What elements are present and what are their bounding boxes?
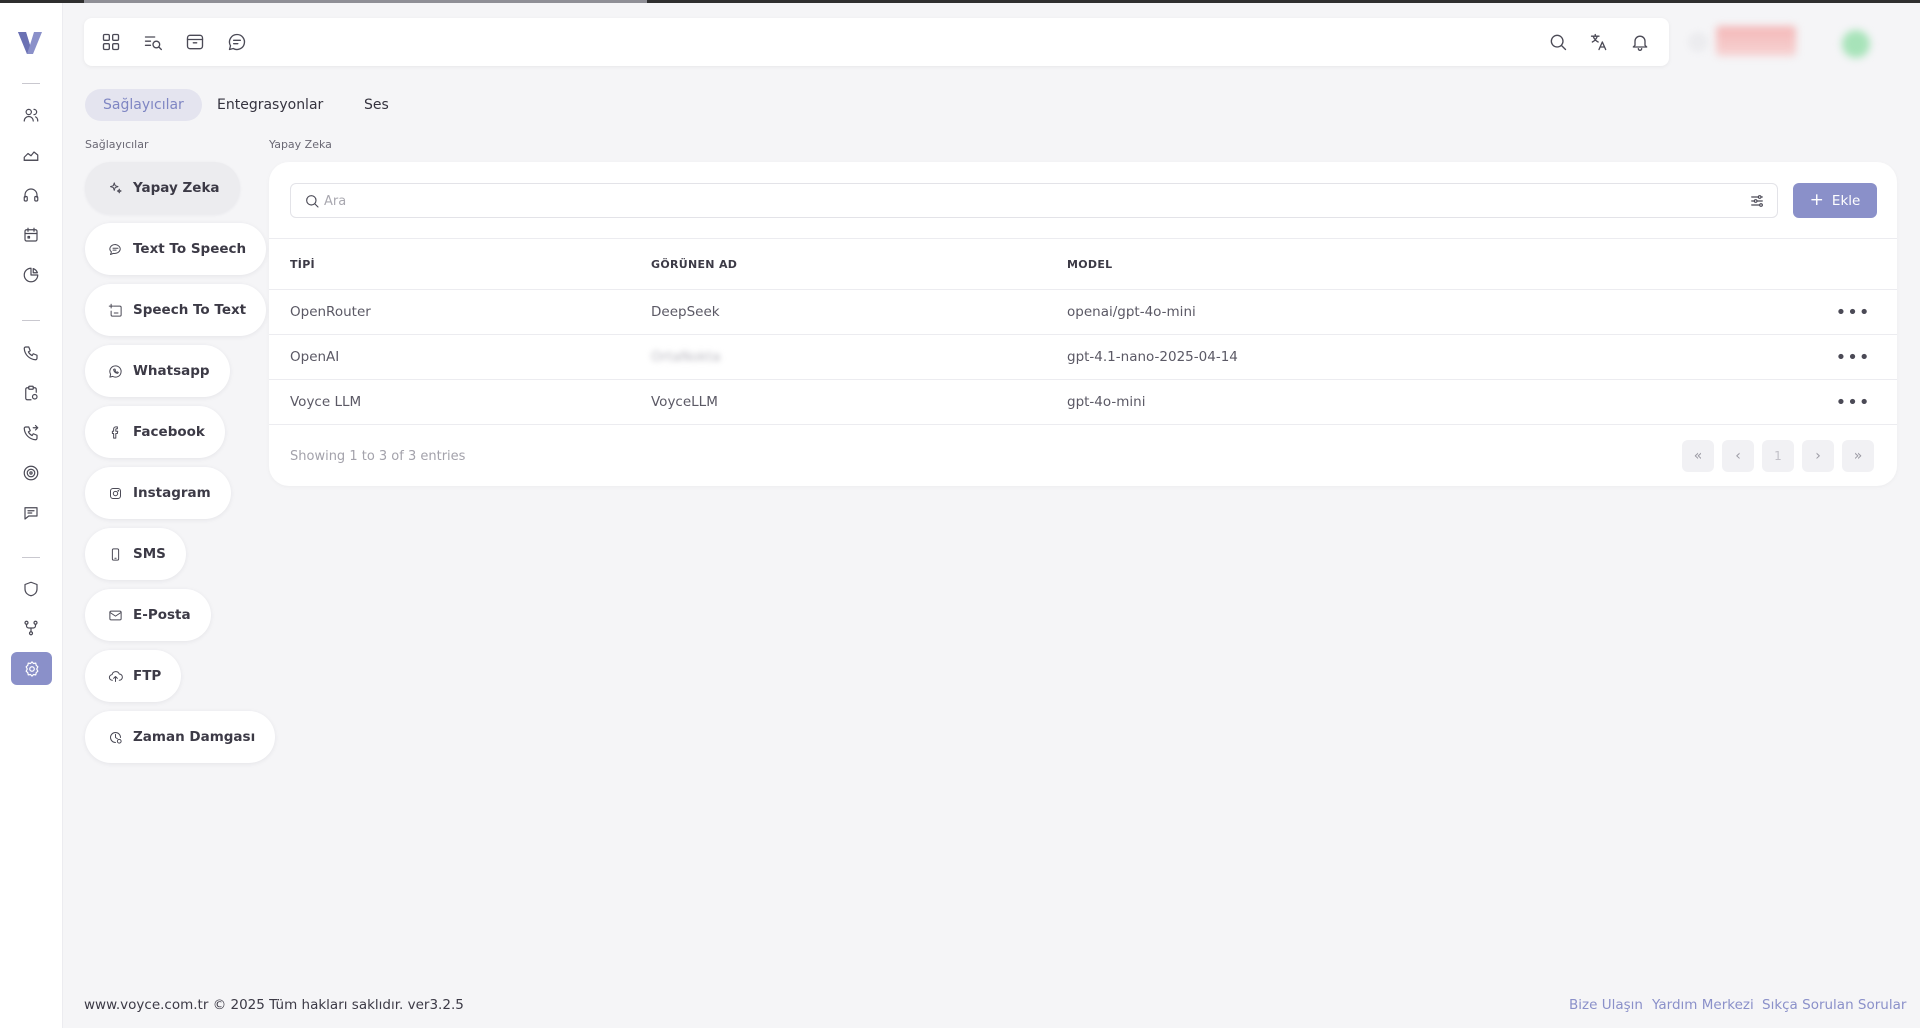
shield-icon[interactable] bbox=[20, 578, 42, 600]
user-menu-area[interactable] bbox=[1672, 22, 1872, 62]
users-icon[interactable] bbox=[20, 104, 42, 126]
footer-link-contact[interactable]: Bize Ulaşın bbox=[1569, 997, 1643, 1013]
providers-table-card: +Ekle TİPİ GÖRÜNEN AD MODEL OpenRouter D… bbox=[269, 162, 1897, 486]
table-row[interactable]: Voyce LLM VoyceLLM gpt-4o-mini ••• bbox=[269, 380, 1897, 425]
footer-copyright: www.voyce.com.tr © 2025 Tüm hakları sakl… bbox=[84, 997, 464, 1013]
sidebar-divider bbox=[22, 320, 40, 321]
settings-icon[interactable] bbox=[11, 652, 52, 685]
provider-item-speech-to-text[interactable]: Speech To Text bbox=[85, 284, 267, 336]
cell-model: openai/gpt-4o-mini bbox=[1067, 304, 1196, 320]
provider-item-ai[interactable]: Yapay Zeka bbox=[85, 162, 240, 214]
search-list-icon[interactable] bbox=[141, 30, 165, 54]
cell-display-name: VoyceLLM bbox=[651, 394, 718, 410]
cell-model: gpt-4o-mini bbox=[1067, 394, 1146, 410]
avatar[interactable] bbox=[1842, 30, 1870, 58]
chart-area-icon[interactable] bbox=[20, 144, 42, 166]
provider-item-email[interactable]: E-Posta bbox=[85, 589, 211, 641]
row-actions-icon[interactable]: ••• bbox=[1836, 302, 1870, 323]
add-button[interactable]: + Ekle bbox=[1793, 183, 1877, 218]
cell-model: gpt-4.1-nano-2025-04-14 bbox=[1067, 349, 1238, 365]
speech-bubble-icon bbox=[107, 241, 123, 257]
phone-icon[interactable] bbox=[20, 342, 42, 364]
calendar-icon[interactable] bbox=[20, 224, 42, 246]
clipboard-icon[interactable] bbox=[20, 382, 42, 404]
cell-display-name: OrtaNokta bbox=[651, 349, 721, 365]
cell-display-name: DeepSeek bbox=[651, 304, 720, 320]
loading-progress bbox=[84, 0, 647, 3]
bell-icon[interactable] bbox=[1628, 30, 1652, 54]
time-stamp-icon bbox=[107, 729, 123, 745]
blurred-status-icon bbox=[1688, 32, 1708, 52]
git-branch-icon[interactable] bbox=[20, 617, 42, 639]
provider-item-whatsapp[interactable]: Whatsapp bbox=[85, 345, 230, 397]
sidebar-divider bbox=[22, 83, 40, 84]
sparkle-icon bbox=[107, 180, 123, 196]
facebook-icon bbox=[107, 424, 123, 440]
provider-item-time-stamp[interactable]: Zaman Damgası bbox=[85, 711, 276, 763]
first-page-button[interactable]: « bbox=[1682, 440, 1714, 472]
cell-type: Voyce LLM bbox=[290, 394, 362, 410]
archive-icon[interactable] bbox=[183, 30, 207, 54]
whatsapp-icon bbox=[107, 363, 123, 379]
plus-icon: + bbox=[1809, 190, 1824, 210]
search-box bbox=[290, 183, 1778, 218]
tab-integrations[interactable]: Entegrasyonlar bbox=[199, 89, 341, 121]
provider-item-text-to-speech[interactable]: Text To Speech bbox=[85, 223, 267, 275]
providers-section-label: Sağlayıcılar bbox=[85, 138, 149, 151]
table-header: TİPİ GÖRÜNEN AD MODEL bbox=[269, 238, 1897, 290]
search-icon bbox=[304, 193, 320, 209]
provider-item-sms[interactable]: SMS bbox=[85, 528, 186, 580]
content-section-label: Yapay Zeka bbox=[269, 138, 332, 151]
prev-page-button[interactable]: ‹ bbox=[1722, 440, 1754, 472]
footer-link-faq[interactable]: Sıkça Sorulan Sorular bbox=[1762, 997, 1906, 1013]
chat-icon[interactable] bbox=[225, 30, 249, 54]
filter-icon[interactable] bbox=[1749, 193, 1765, 209]
column-model[interactable]: MODEL bbox=[1067, 258, 1112, 271]
pagination-info: Showing 1 to 3 of 3 entries bbox=[290, 449, 466, 464]
instagram-icon bbox=[107, 485, 123, 501]
provider-item-facebook[interactable]: Facebook bbox=[85, 406, 225, 458]
page-number-button[interactable]: 1 bbox=[1762, 440, 1794, 472]
pie-chart-icon[interactable] bbox=[20, 264, 42, 286]
dashboard-icon[interactable] bbox=[99, 30, 123, 54]
voyce-logo[interactable] bbox=[16, 29, 44, 57]
mail-icon bbox=[107, 607, 123, 623]
column-display-name[interactable]: GÖRÜNEN AD bbox=[651, 258, 737, 271]
row-actions-icon[interactable]: ••• bbox=[1836, 347, 1870, 368]
row-actions-icon[interactable]: ••• bbox=[1836, 392, 1870, 413]
cloud-upload-icon bbox=[107, 668, 123, 684]
translate-icon[interactable] bbox=[1587, 30, 1611, 54]
cell-type: OpenRouter bbox=[290, 304, 371, 320]
sidebar-divider bbox=[22, 557, 40, 558]
tab-sound[interactable]: Ses bbox=[346, 89, 407, 121]
table-row[interactable]: OpenRouter DeepSeek openai/gpt-4o-mini •… bbox=[269, 290, 1897, 335]
blurred-user-badge bbox=[1716, 26, 1796, 56]
target-icon[interactable] bbox=[20, 462, 42, 484]
column-type[interactable]: TİPİ bbox=[290, 258, 315, 271]
provider-item-instagram[interactable]: Instagram bbox=[85, 467, 231, 519]
table-row[interactable]: OpenAI OrtaNokta gpt-4.1-nano-2025-04-14… bbox=[269, 335, 1897, 380]
last-page-button[interactable]: » bbox=[1842, 440, 1874, 472]
tab-providers[interactable]: Sağlayıcılar bbox=[85, 89, 202, 121]
text-insert-icon bbox=[107, 302, 123, 318]
phone-forward-icon[interactable] bbox=[20, 422, 42, 444]
top-navbar bbox=[84, 18, 1669, 66]
mobile-icon bbox=[107, 546, 123, 562]
message-icon[interactable] bbox=[20, 502, 42, 524]
cell-type: OpenAI bbox=[290, 349, 340, 365]
headphones-icon[interactable] bbox=[20, 184, 42, 206]
footer-link-help-center[interactable]: Yardım Merkezi bbox=[1652, 997, 1754, 1013]
search-icon[interactable] bbox=[1546, 30, 1570, 54]
next-page-button[interactable]: › bbox=[1802, 440, 1834, 472]
sidebar bbox=[0, 3, 63, 1028]
provider-item-ftp[interactable]: FTP bbox=[85, 650, 182, 702]
search-input[interactable] bbox=[324, 189, 1704, 213]
top-loading-bar bbox=[0, 0, 1920, 3]
